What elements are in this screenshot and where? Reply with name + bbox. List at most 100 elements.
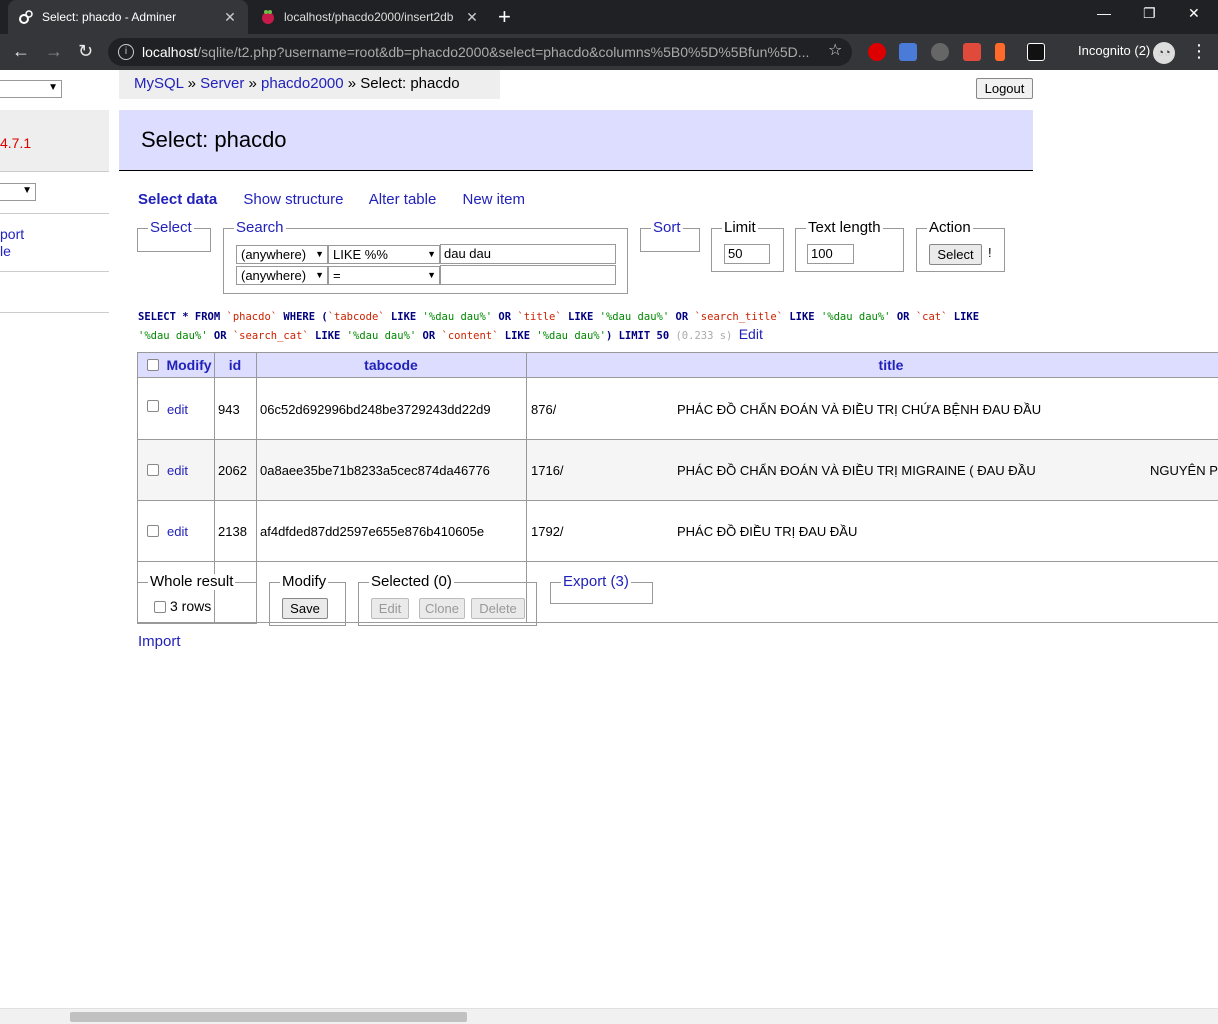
browser-menu-icon[interactable]: ⋮ — [1190, 42, 1208, 60]
sql-keyword: LIKE — [504, 330, 531, 342]
row-edit-link[interactable]: edit — [167, 379, 188, 440]
sql-keyword: OR — [675, 311, 689, 323]
alter-table-link[interactable]: Alter table — [369, 191, 437, 208]
sql-identifier: `phacdo` — [226, 311, 278, 323]
back-icon[interactable]: ← — [12, 40, 30, 62]
row-checkbox[interactable] — [147, 464, 159, 476]
import-link[interactable]: Import — [138, 633, 181, 650]
search-value-input-2[interactable] — [440, 265, 616, 285]
row-title: PHÁC ĐỒ CHẨN ĐOÁN VÀ ĐIỀU TRỊ MIGRAINE (… — [677, 463, 1036, 478]
tab-insert2db[interactable]: localhost/phacdo2000/insert2db ✕ — [250, 0, 490, 34]
whole-result-fieldset: Whole result 3 rows — [137, 574, 257, 624]
breadcrumb-server[interactable]: Server — [200, 75, 244, 92]
header-tabcode[interactable]: tabcode — [256, 353, 526, 378]
address-bar[interactable]: i localhost/sqlite/t2.php?username=root&… — [108, 38, 852, 66]
logout-button[interactable]: Logout — [976, 78, 1033, 99]
close-tab-icon[interactable]: ✕ — [222, 9, 238, 26]
restore-icon[interactable]: ❐ — [1143, 5, 1156, 22]
row-checkbox[interactable] — [147, 400, 159, 412]
select-legend[interactable]: Select — [148, 220, 194, 236]
header-id[interactable]: id — [214, 353, 256, 378]
close-window-icon[interactable]: ✕ — [1188, 5, 1200, 22]
header-title[interactable]: title — [526, 353, 1218, 378]
horizontal-scrollbar[interactable] — [0, 1008, 1218, 1024]
edit-selected-button[interactable]: Edit — [371, 598, 409, 619]
header-modify[interactable]: Modify — [164, 353, 214, 378]
clone-button[interactable]: Clone — [419, 598, 465, 619]
sidebar-db-select[interactable]: ▼ — [0, 183, 36, 201]
close-tab-icon[interactable]: ✕ — [464, 9, 480, 26]
row-extra: NGUYÊN P — [1150, 463, 1218, 478]
select-button[interactable]: Select — [929, 244, 982, 265]
select-all-checkbox[interactable] — [147, 359, 159, 371]
incognito-icon[interactable]: ◔◔ — [1153, 42, 1175, 64]
sql-string: '%dau dau%' — [536, 330, 606, 342]
sql-keyword: LIKE — [953, 311, 980, 323]
sql-identifier: `tabcode` — [327, 311, 385, 323]
sidebar-link-import[interactable]: port — [0, 226, 24, 242]
breadcrumb-db[interactable]: phacdo2000 — [261, 75, 344, 92]
search-operator-select-2[interactable]: = ▼ — [328, 266, 440, 285]
breadcrumb-sep: » — [347, 75, 357, 92]
row-id: 943 — [218, 402, 240, 417]
minimize-icon[interactable]: — — [1097, 5, 1111, 21]
browser-toolbar: ← → ↻ i localhost/sqlite/t2.php?username… — [0, 34, 1218, 70]
bookmark-star-icon[interactable]: ☆ — [828, 40, 842, 60]
sidebar-driver-select[interactable]: ▼ — [0, 80, 62, 98]
action-help-mark[interactable]: ! — [988, 245, 992, 260]
raspberry-favicon-icon — [260, 9, 276, 25]
sql-time: (0.233 s) — [675, 330, 733, 342]
search-operator-select[interactable]: LIKE %% ▼ — [328, 245, 440, 264]
incognito-label[interactable]: Incognito (2) — [1078, 43, 1150, 58]
scrollbar-thumb[interactable] — [70, 1012, 467, 1022]
row-checkbox[interactable] — [147, 525, 159, 537]
rows-count-label[interactable]: 3 rows — [170, 598, 211, 614]
row-edit-link[interactable]: edit — [167, 440, 188, 501]
sidebar-link-table[interactable]: le — [0, 243, 11, 259]
breadcrumb-sep: » — [187, 75, 196, 92]
tab-adminer[interactable]: Select: phacdo - Adminer ✕ — [8, 0, 248, 34]
sql-keyword: WHERE ( — [283, 311, 328, 323]
sort-fieldset: Sort — [640, 220, 700, 252]
extension-stop-icon[interactable] — [868, 43, 886, 61]
row-title: PHÁC ĐỒ ĐIỀU TRỊ ĐAU ĐẦU — [677, 524, 858, 539]
reload-icon[interactable]: ↻ — [78, 40, 93, 62]
modify-legend: Modify — [280, 573, 329, 590]
search-column-select-2[interactable]: (anywhere) ▼ — [236, 266, 328, 285]
save-button[interactable]: Save — [282, 598, 328, 619]
forward-icon[interactable]: → — [45, 40, 63, 62]
search-column-select[interactable]: (anywhere) ▼ — [236, 245, 328, 264]
extension-bookmark-icon[interactable] — [995, 43, 1005, 61]
breadcrumb-current: Select: phacdo — [360, 75, 460, 92]
text-length-input[interactable]: 100 — [807, 244, 854, 264]
search-value-input[interactable]: dau dau — [440, 244, 616, 264]
breadcrumb-mysql[interactable]: MySQL — [134, 75, 183, 92]
select-data-link[interactable]: Select data — [138, 191, 217, 208]
new-tab-icon[interactable]: + — [498, 5, 511, 29]
sql-keyword: OR — [422, 330, 436, 342]
sql-keyword: OR — [213, 330, 227, 342]
extension-h-icon[interactable] — [1027, 43, 1045, 61]
search-column-value: (anywhere) — [241, 268, 307, 283]
extension-pin-icon[interactable] — [931, 43, 949, 61]
limit-input[interactable]: 50 — [724, 244, 770, 264]
row-edit-link[interactable]: edit — [167, 501, 188, 562]
export-legend[interactable]: Export (3) — [561, 574, 631, 590]
row-tabnum: 1716/ — [531, 463, 564, 478]
search-operator-value: = — [333, 268, 341, 283]
site-info-icon[interactable]: i — [118, 44, 134, 60]
whole-result-checkbox[interactable] — [154, 601, 166, 613]
sql-keyword: LIKE — [789, 311, 815, 323]
tab-title: localhost/phacdo2000/insert2db — [284, 10, 454, 24]
sql-edit-link[interactable]: Edit — [739, 326, 763, 342]
selected-legend: Selected (0) — [369, 573, 454, 590]
extension-translate-icon[interactable] — [899, 43, 917, 61]
delete-button[interactable]: Delete — [471, 598, 525, 619]
extension-puzzle-icon[interactable] — [963, 43, 981, 61]
export-fieldset: Export (3) — [550, 574, 653, 604]
sidebar-divider — [0, 213, 109, 214]
search-legend[interactable]: Search — [234, 220, 286, 236]
show-structure-link[interactable]: Show structure — [243, 191, 343, 208]
sort-legend[interactable]: Sort — [651, 220, 683, 236]
new-item-link[interactable]: New item — [463, 191, 526, 208]
